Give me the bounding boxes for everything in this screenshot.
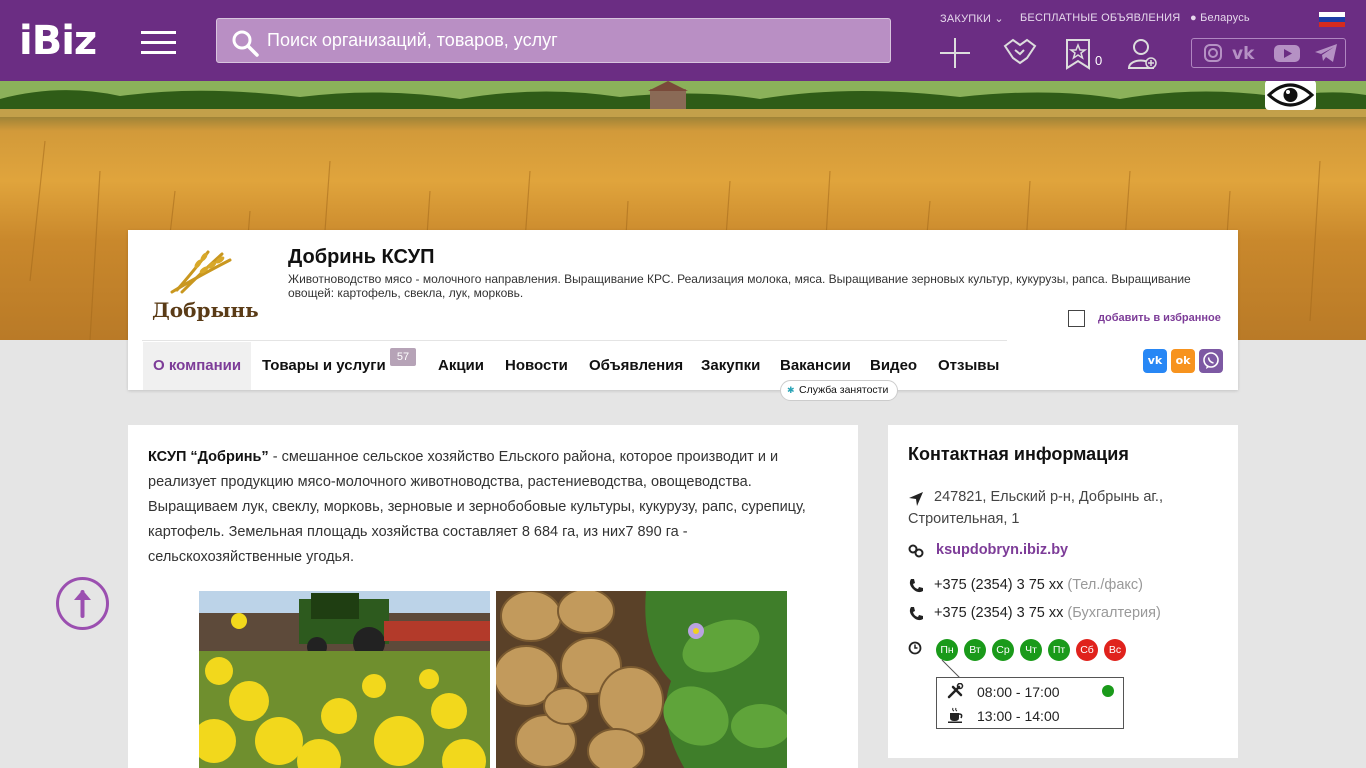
products-count-badge: 57 <box>390 348 416 366</box>
logo-text: Добрынь <box>152 298 259 322</box>
working-hours-box: 08:00 - 17:00 13:00 - 14:00 <box>936 677 1124 729</box>
break-hours: 13:00 - 14:00 <box>977 708 1060 724</box>
address-line-2: Строительная, 1 <box>908 511 1020 527</box>
company-title: Добринь КСУП <box>288 246 435 268</box>
phone-note-2: (Бухгалтерия) <box>1067 605 1161 621</box>
menu-icon[interactable] <box>141 31 176 54</box>
day-fri[interactable]: Пт <box>1048 639 1070 661</box>
tab-purchases[interactable]: Закупки <box>701 342 760 390</box>
telegram-icon[interactable] <box>1314 43 1338 68</box>
search-bar[interactable] <box>216 18 891 63</box>
open-status-indicator <box>1102 685 1114 697</box>
phone-number-1[interactable]: +375 (2354) 3 75 xx <box>934 577 1063 593</box>
clock-icon <box>908 641 922 655</box>
instagram-icon[interactable] <box>1203 43 1223 68</box>
add-icon[interactable] <box>940 36 970 70</box>
company-logo: Добрынь <box>142 242 259 342</box>
language-flag-icon[interactable] <box>1319 12 1345 27</box>
link-icon <box>908 544 924 558</box>
day-mon[interactable]: Пн <box>936 639 958 661</box>
scroll-to-top-button[interactable] <box>56 577 109 630</box>
site-logo[interactable]: iBiz <box>19 19 97 63</box>
tab-reviews[interactable]: Отзывы <box>938 342 999 390</box>
search-icon <box>232 30 259 57</box>
share-viber-button[interactable] <box>1199 349 1223 373</box>
day-tue[interactable]: Вт <box>964 639 986 661</box>
tab-products[interactable]: Товары и услуги <box>262 342 386 390</box>
company-description: Животноводство мясо - молочного направле… <box>288 272 1191 300</box>
website-link[interactable]: ksupdobryn.ibiz.by <box>936 540 1068 561</box>
search-input[interactable] <box>267 19 867 62</box>
phone-icon <box>909 579 923 593</box>
vk-icon[interactable]: vk <box>1232 44 1254 64</box>
location-pin-icon: ● <box>1190 12 1197 24</box>
tab-promotions[interactable]: Акции <box>438 342 484 390</box>
photo-potatoes[interactable] <box>496 591 787 768</box>
about-text: КСУП “Добринь” - смешанное сельское хозя… <box>148 449 806 565</box>
work-hours: 08:00 - 17:00 <box>977 684 1060 700</box>
phone-number-2[interactable]: +375 (2354) 3 75 xx <box>934 605 1063 621</box>
tab-about[interactable]: О компании <box>143 342 252 390</box>
location-arrow-icon <box>909 492 923 506</box>
phone-icon <box>909 607 923 621</box>
arrow-up-icon <box>74 590 91 618</box>
tabs-divider <box>142 340 1007 341</box>
tab-ads[interactable]: Объявления <box>589 342 683 390</box>
share-vk-button[interactable]: vk <box>1143 349 1167 373</box>
coffee-icon <box>948 707 963 723</box>
favorites-icon[interactable] <box>1065 38 1091 70</box>
day-thu[interactable]: Чт <box>1020 639 1042 661</box>
user-add-icon[interactable] <box>1128 38 1158 70</box>
photo-tractor-field[interactable] <box>199 591 490 768</box>
favorites-count: 0 <box>1095 53 1103 68</box>
top-bar: iBiz ЗАКУПКИ ⌄ БЕСПЛАТНЫЕ ОБЪЯВЛЕНИЯ ● Б… <box>0 0 1366 81</box>
handshake-icon[interactable] <box>1003 36 1037 68</box>
free-ads-link[interactable]: БЕСПЛАТНЫЕ ОБЪЯВЛЕНИЯ <box>1020 12 1180 24</box>
address-line-1: 247821, Ельский р-н, Добрынь аг., <box>934 489 1163 505</box>
social-links: vk <box>1191 38 1346 68</box>
youtube-icon[interactable] <box>1274 43 1300 68</box>
day-sun[interactable]: Вс <box>1104 639 1126 661</box>
tab-news[interactable]: Новости <box>505 342 568 390</box>
share-ok-button[interactable]: ok <box>1171 349 1195 373</box>
chevron-down-icon: ⌄ <box>994 13 1004 25</box>
region-selector[interactable]: ● Беларусь <box>1190 12 1250 24</box>
tools-icon <box>947 683 964 699</box>
contact-title: Контактная информация <box>908 444 1129 464</box>
favorite-checkbox[interactable] <box>1068 310 1085 327</box>
wheat-icon <box>170 250 232 294</box>
day-wed[interactable]: Ср <box>992 639 1014 661</box>
phone-note-1: (Тел./факс) <box>1067 577 1143 593</box>
purchases-link[interactable]: ЗАКУПКИ ⌄ <box>940 12 1004 25</box>
employment-service-badge[interactable]: Служба занятости <box>780 380 899 401</box>
about-section: КСУП “Добринь” - смешанное сельское хозя… <box>128 425 858 768</box>
about-company-name: КСУП “Добринь” <box>148 449 269 465</box>
eye-icon[interactable] <box>1265 81 1316 110</box>
day-sat[interactable]: Сб <box>1076 639 1098 661</box>
company-card: Добрынь Добринь КСУП Животноводство мясо… <box>128 230 1238 401</box>
viber-icon <box>1203 352 1219 369</box>
